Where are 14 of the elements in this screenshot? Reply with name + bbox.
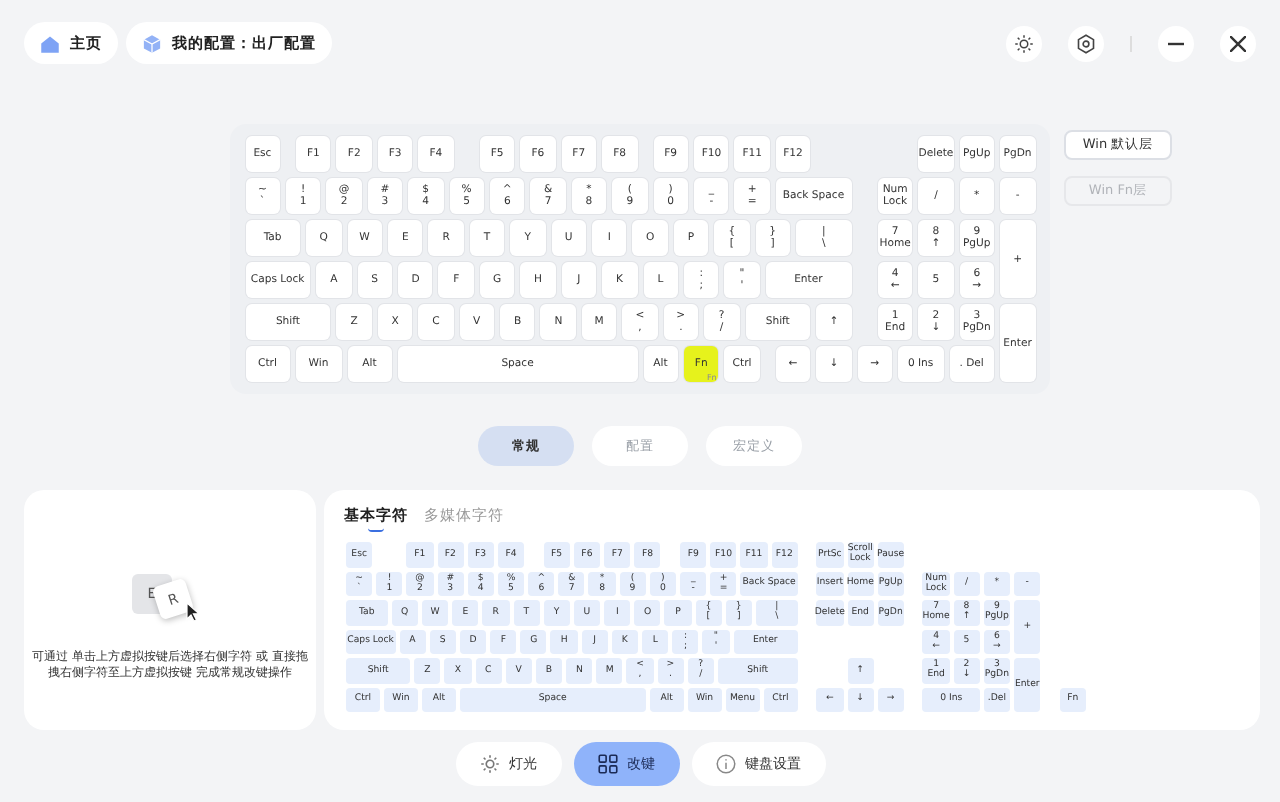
cube-icon (142, 33, 162, 53)
sun-icon (1014, 33, 1034, 53)
sun-icon (479, 754, 499, 774)
close-icon (1230, 35, 1246, 51)
info-icon (715, 754, 735, 774)
house-icon (40, 33, 60, 53)
close-button[interactable] (1220, 25, 1256, 61)
brightness-button[interactable] (1006, 25, 1042, 61)
grid-icon (597, 754, 617, 774)
settings-button[interactable] (1068, 25, 1104, 61)
minimize-icon (1168, 41, 1184, 45)
settings-icon (1076, 33, 1096, 53)
minimize-button[interactable] (1158, 25, 1194, 61)
cursor-icon (186, 602, 200, 622)
